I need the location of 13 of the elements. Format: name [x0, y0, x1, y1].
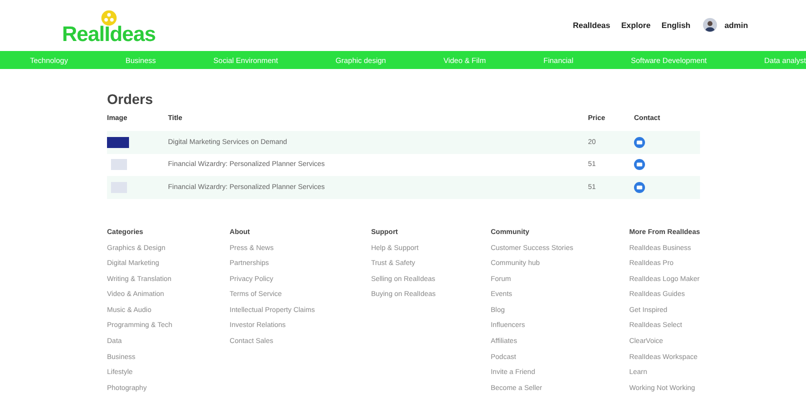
page-title: Orders	[107, 91, 154, 107]
header-link[interactable]: RealIdeas	[572, 20, 610, 30]
photo-placeholder	[107, 136, 129, 148]
message-icon[interactable]	[634, 136, 645, 148]
header-link[interactable]: Explore	[621, 20, 651, 30]
avatar-icon[interactable]	[703, 18, 718, 32]
message-icon[interactable]	[634, 159, 645, 170]
header-link[interactable]: English	[662, 20, 690, 30]
photo-placeholder	[111, 159, 127, 170]
bulb-logo-icon	[100, 9, 118, 27]
brand-logo[interactable]: RealIdeas	[62, 25, 156, 45]
message-icon[interactable]	[634, 182, 645, 193]
user-name[interactable]: admin	[724, 20, 748, 30]
